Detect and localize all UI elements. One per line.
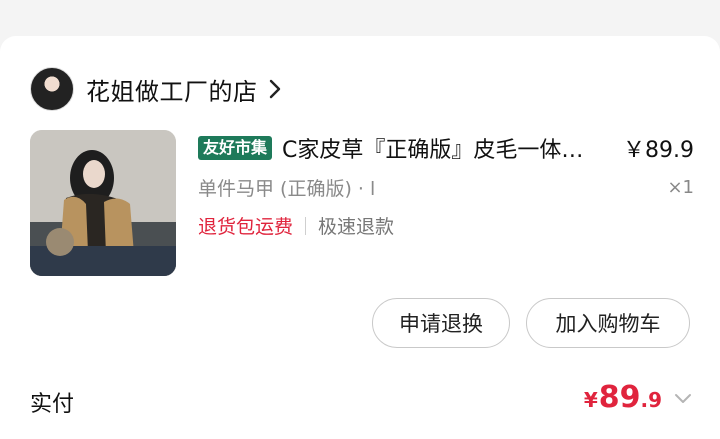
apply-refund-button[interactable]: 申请退换 bbox=[372, 298, 510, 348]
chevron-right-icon[interactable] bbox=[268, 79, 282, 99]
shop-name[interactable]: 花姐做工厂的店 bbox=[86, 72, 258, 107]
chevron-down-icon[interactable] bbox=[674, 390, 692, 403]
service-return-shipping: 退货包运费 bbox=[198, 216, 294, 238]
product-title-row[interactable]: 友好市集 C家皮草『正确版』皮毛一体马甲 ￥89.9 bbox=[198, 132, 694, 164]
product-image[interactable] bbox=[30, 130, 176, 276]
service-badges: 退货包运费 极速退款 bbox=[198, 212, 394, 239]
amount-integer: 89 bbox=[598, 380, 641, 415]
product-price: ￥89.9 bbox=[623, 138, 694, 163]
order-card: 花姐做工厂的店 友好市集 C家皮草『正确版』皮毛一体马甲 ￥89.9 单件马甲 … bbox=[0, 36, 720, 439]
product-spec-row: 单件马甲 (正确版) · l ×1 bbox=[198, 174, 694, 201]
service-fast-refund: 极速退款 bbox=[318, 216, 395, 238]
product-spec: 单件马甲 (正确版) · l bbox=[198, 178, 376, 200]
currency-symbol: ¥ bbox=[583, 388, 598, 412]
paid-label: 实付 bbox=[30, 392, 75, 417]
paid-amount[interactable]: ¥ 89 .9 bbox=[584, 380, 662, 415]
shop-avatar[interactable] bbox=[30, 67, 74, 111]
amount-decimal: .9 bbox=[640, 388, 662, 412]
product-quantity: ×1 bbox=[667, 177, 694, 198]
divider bbox=[305, 216, 307, 235]
add-to-cart-button[interactable]: 加入购物车 bbox=[526, 298, 690, 348]
shop-header[interactable]: 花姐做工厂的店 bbox=[30, 66, 282, 112]
product-title[interactable]: C家皮草『正确版』皮毛一体马甲 bbox=[282, 132, 605, 164]
market-tag: 友好市集 bbox=[198, 136, 273, 160]
